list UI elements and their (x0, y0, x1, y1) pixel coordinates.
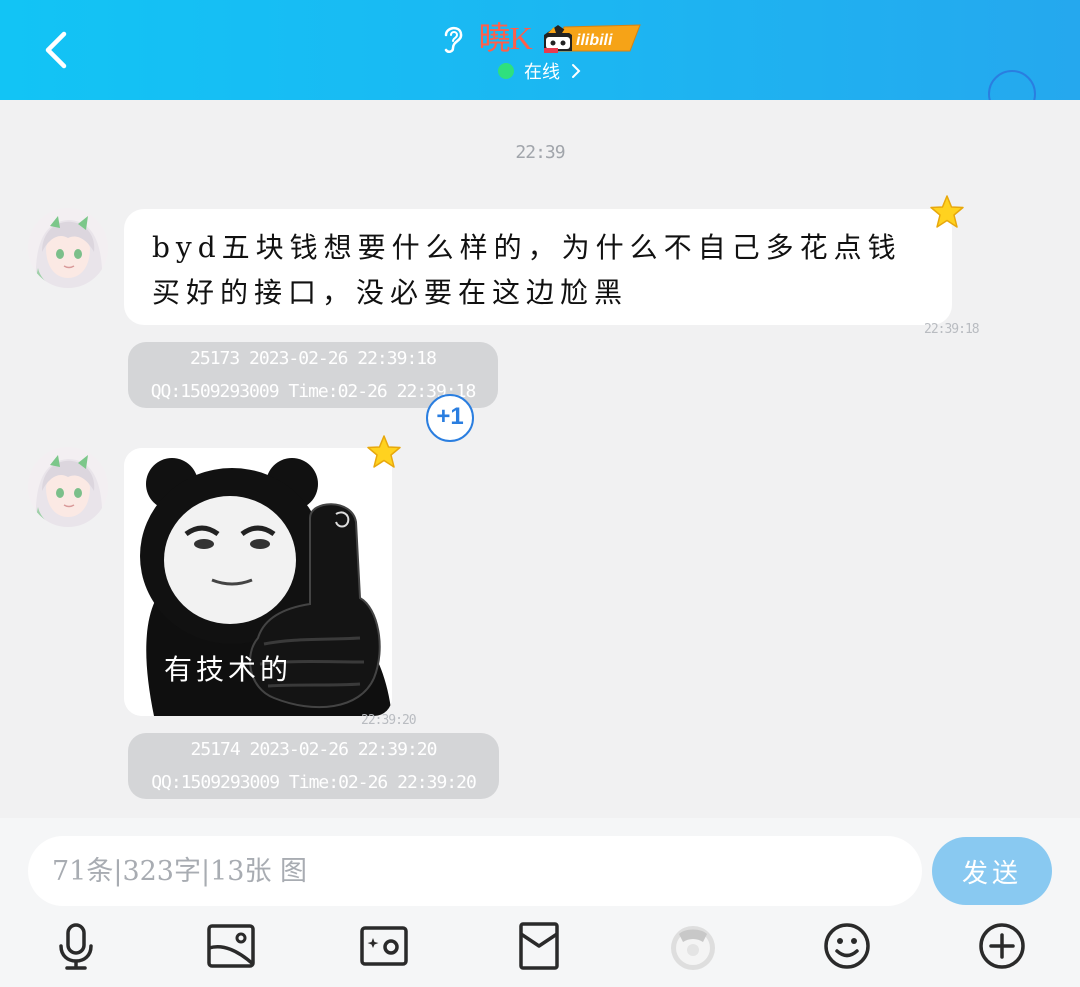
info-line-1: 25174 2023-02-26 22:39:20 (190, 739, 438, 760)
sticker-caption: 有技术的 (164, 653, 293, 686)
star-icon (930, 195, 964, 228)
header-bar: 曉K ilibili 在线 (0, 0, 1080, 100)
chevron-right-icon (572, 64, 581, 78)
info-line-2: QQ:1509293009 Time:02-26 22:39:20 (151, 772, 477, 793)
avatar[interactable] (28, 208, 108, 288)
star-icon (367, 435, 401, 468)
message-input[interactable] (28, 836, 922, 906)
title-row[interactable]: 曉K ilibili (0, 16, 1080, 60)
contact-name: 曉K (478, 20, 532, 56)
red-packet-icon[interactable] (513, 920, 565, 972)
input-area: 发送 (0, 818, 1080, 987)
online-dot-icon (498, 63, 514, 79)
plus-icon[interactable] (976, 920, 1028, 972)
photo-icon[interactable] (205, 920, 257, 972)
message-text: byd五块钱想要什么样的，为什么不自己多花点钱买好的接口，没必要在这边尬黑 (152, 231, 902, 309)
status-text: 在线 (524, 62, 560, 83)
ear-icon (445, 26, 463, 53)
message-time: 22:39:20 (361, 713, 417, 728)
microphone-icon[interactable] (50, 920, 102, 972)
plus-one-button[interactable]: +1 (426, 394, 474, 442)
badge-text: ilibili (576, 32, 613, 49)
sticker-icon[interactable] (667, 920, 719, 972)
message-time: 22:39:18 (924, 322, 980, 337)
time-divider: 22:39 (515, 142, 565, 163)
online-status[interactable]: 在线 (0, 56, 1080, 86)
info-line-1: 25173 2023-02-26 22:39:18 (190, 348, 437, 369)
chat-header: 曉K ilibili 在线 (0, 0, 1080, 100)
message-bubble[interactable]: byd五块钱想要什么样的，为什么不自己多花点钱买好的接口，没必要在这边尬黑 (124, 209, 952, 325)
avatar[interactable] (28, 447, 108, 527)
emoji-icon[interactable] (821, 920, 873, 972)
sticker-image[interactable]: 有技术的 (124, 448, 392, 716)
bilibili-badge-icon: ilibili (543, 24, 641, 53)
camera-icon[interactable] (358, 920, 410, 972)
send-button[interactable]: 发送 (932, 837, 1052, 905)
message-info-card: 25174 2023-02-26 22:39:20 QQ:1509293009 … (128, 733, 499, 799)
